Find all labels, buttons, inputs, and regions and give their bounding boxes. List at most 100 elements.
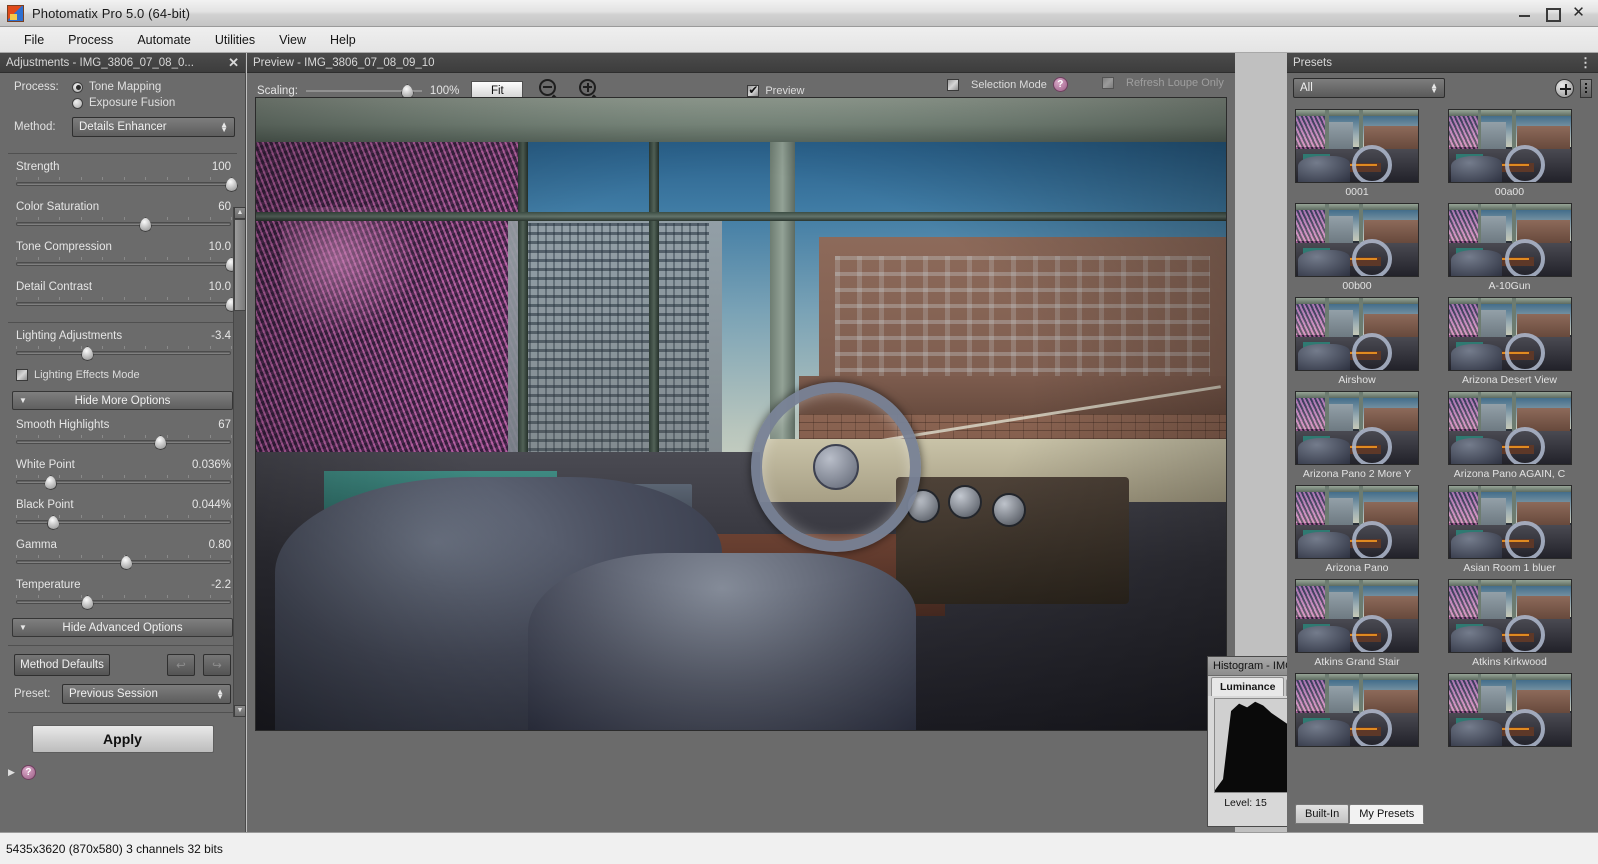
preset-item[interactable]: 00b00 <box>1295 203 1419 293</box>
histogram-level: Level: 15 <box>1224 797 1267 809</box>
refresh-loupe-only-checkbox[interactable] <box>1102 77 1114 89</box>
preset-thumbnail[interactable] <box>1295 203 1419 277</box>
preset-item[interactable]: Arizona Pano AGAIN, C <box>1447 391 1572 481</box>
method-select[interactable]: Details Enhancer ▲ ▼ <box>72 117 235 137</box>
menu-automate[interactable]: Automate <box>125 30 203 50</box>
slider-track-wrap[interactable] <box>16 177 238 192</box>
preset-thumbnail[interactable] <box>1447 109 1572 183</box>
tab-my-presets[interactable]: My Presets <box>1349 804 1425 824</box>
preset-select[interactable]: Previous Session ▲ ▼ <box>62 684 231 704</box>
menu-utilities[interactable]: Utilities <box>203 30 267 50</box>
preset-item[interactable] <box>1447 673 1572 750</box>
slider-track[interactable] <box>16 222 231 226</box>
tab-built-in[interactable]: Built-In <box>1295 804 1350 824</box>
preset-thumbnail[interactable] <box>1447 485 1572 559</box>
apply-button[interactable]: Apply <box>31 725 214 753</box>
slider-head: Tone Compression 10.0 <box>16 241 231 253</box>
add-preset-icon[interactable] <box>1555 78 1574 98</box>
preset-item[interactable] <box>1295 673 1419 750</box>
slider-track-wrap[interactable] <box>16 257 238 272</box>
selection-mode-checkbox[interactable] <box>947 78 959 91</box>
preset-thumbnail[interactable] <box>1295 109 1419 183</box>
menu-view[interactable]: View <box>267 30 318 50</box>
slider-track[interactable] <box>16 440 231 444</box>
preset-thumbnail[interactable] <box>1295 391 1419 465</box>
menu-file[interactable]: File <box>12 30 56 50</box>
slider-track-wrap[interactable] <box>16 595 232 610</box>
preset-thumbnail[interactable] <box>1447 391 1572 465</box>
preset-thumbnail[interactable] <box>1447 673 1572 747</box>
slider-track[interactable] <box>16 600 231 604</box>
slider-track[interactable] <box>16 182 231 186</box>
slider-track-wrap[interactable] <box>16 217 232 232</box>
method-spinner-icon: ▲ ▼ <box>220 120 228 134</box>
selection-mode-help-icon[interactable]: ? <box>1052 77 1068 92</box>
preset-thumbnail[interactable] <box>1447 579 1572 653</box>
preview-checkbox[interactable] <box>747 83 760 97</box>
tab-luminance[interactable]: Luminance <box>1211 677 1285 696</box>
preset-item[interactable]: Arizona Pano <box>1295 485 1419 575</box>
minimize-icon[interactable] <box>1517 6 1532 20</box>
slider-head: Temperature -2.2 <box>16 579 231 591</box>
preset-item[interactable]: 00a00 <box>1447 109 1572 199</box>
slider-track[interactable] <box>16 351 231 355</box>
maximize-icon[interactable] <box>1544 6 1561 22</box>
slider-label: Smooth Highlights <box>16 419 110 431</box>
hide-advanced-options-button[interactable]: ▼ Hide Advanced Options <box>12 618 233 637</box>
preset-thumbnail[interactable] <box>1295 579 1419 653</box>
lighting-effects-mode-checkbox[interactable] <box>16 369 28 381</box>
help-icon[interactable]: ? <box>20 765 36 780</box>
slider-track-wrap[interactable] <box>16 555 232 570</box>
refresh-loupe-only-row[interactable]: Refresh Loupe Only <box>1102 77 1224 89</box>
presets-options-icon[interactable] <box>1580 78 1592 98</box>
preset-item[interactable]: A-10Gun <box>1447 203 1572 293</box>
slider-track-wrap[interactable] <box>16 475 232 490</box>
preset-thumbnail[interactable] <box>1295 297 1419 371</box>
chevron-down-icon-2: ▼ <box>19 623 27 632</box>
lighting-effects-mode-row[interactable]: Lighting Effects Mode <box>0 363 245 383</box>
adjustments-close-icon[interactable]: ✕ <box>228 55 239 71</box>
slider-track[interactable] <box>16 262 231 266</box>
slider-track[interactable] <box>16 302 231 306</box>
help-expand-arrow-icon[interactable]: ▶ <box>8 767 15 778</box>
adjustments-scrollbar[interactable]: ▲ ▼ <box>233 207 246 717</box>
preset-thumbnail[interactable] <box>1447 203 1572 277</box>
preset-thumbnail[interactable] <box>1295 485 1419 559</box>
preset-item[interactable]: Atkins Grand Stair <box>1295 579 1419 669</box>
presets-menu-dots-icon[interactable]: ⋮ <box>1579 55 1592 71</box>
preset-item[interactable]: Asian Room 1 bluer <box>1447 485 1572 575</box>
method-value: Details Enhancer <box>79 121 167 133</box>
scroll-up-icon[interactable]: ▲ <box>234 207 246 219</box>
redo-button[interactable]: ↪ <box>203 654 231 676</box>
slider-head: Black Point 0.044% <box>16 499 231 511</box>
preview-checkbox-row[interactable]: Preview <box>747 83 804 97</box>
preset-thumbnail[interactable] <box>1447 297 1572 371</box>
menu-help[interactable]: Help <box>318 30 368 50</box>
slider-track-wrap[interactable] <box>16 435 232 450</box>
preset-item[interactable]: 0001 <box>1295 109 1419 199</box>
adjustments-panel: Adjustments - IMG_3806_07_08_0... ✕ Proc… <box>0 53 246 832</box>
scroll-thumb[interactable] <box>234 219 246 311</box>
preview-image[interactable] <box>255 97 1227 731</box>
menu-process[interactable]: Process <box>56 30 125 50</box>
hide-more-options-button[interactable]: ▼ Hide More Options <box>12 391 233 410</box>
preset-item[interactable]: Arizona Desert View <box>1447 297 1572 387</box>
selection-mode-row[interactable]: Selection Mode ? <box>947 77 1068 92</box>
preset-thumbnail-scene <box>1448 110 1571 182</box>
scaling-slider[interactable] <box>305 84 422 99</box>
preset-item[interactable]: Airshow <box>1295 297 1419 387</box>
slider-track-wrap[interactable] <box>16 346 232 361</box>
preset-item[interactable]: Atkins Kirkwood <box>1447 579 1572 669</box>
close-icon[interactable]: ✕ <box>1571 5 1586 20</box>
preset-item[interactable]: Arizona Pano 2 More Y <box>1295 391 1419 481</box>
radio-tone-mapping[interactable] <box>72 81 83 93</box>
scroll-down-icon[interactable]: ▼ <box>234 705 246 717</box>
radio-exposure-fusion[interactable] <box>72 97 83 109</box>
slider-track-wrap[interactable] <box>16 297 238 312</box>
method-defaults-button[interactable]: Method Defaults <box>14 654 110 676</box>
slider-track-wrap[interactable] <box>16 515 232 530</box>
presets-filter-select[interactable]: All ▲ ▼ <box>1293 78 1445 98</box>
preset-thumbnail[interactable] <box>1295 673 1419 747</box>
undo-button[interactable]: ↩ <box>167 654 195 676</box>
slider-ticks <box>16 217 232 221</box>
